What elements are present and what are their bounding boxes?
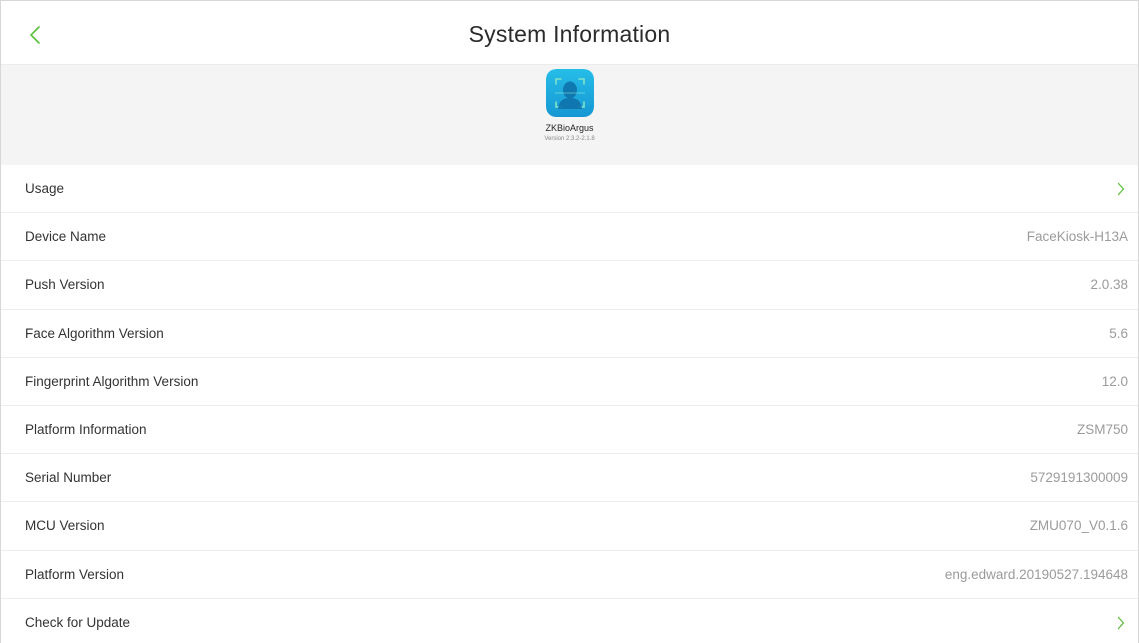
- row-value: FaceKiosk-H13A: [1026, 229, 1128, 245]
- row-label: Usage: [25, 181, 65, 197]
- face-algorithm-version-row: Face Algorithm Version 5.6: [1, 310, 1138, 358]
- title-bar: System Information: [1, 1, 1138, 65]
- row-value: eng.edward.20190527.194648: [944, 566, 1128, 582]
- app-version: Version 2.3.2-2.1.8: [544, 136, 595, 142]
- row-label: Fingerprint Algorithm Version: [25, 373, 199, 389]
- row-value: 12.0: [1101, 373, 1128, 389]
- row-label: Face Algorithm Version: [25, 325, 164, 341]
- row-label: Device Name: [25, 229, 107, 245]
- row-label: Serial Number: [25, 470, 112, 486]
- row-label: Platform Version: [25, 566, 125, 582]
- row-value: 5729191300009: [1030, 470, 1128, 486]
- app-info-header: ZKBioArgus Version 2.3.2-2.1.8: [1, 65, 1138, 165]
- row-value: 2.0.38: [1090, 277, 1128, 293]
- row-value: ZMU070_V0.1.6: [1029, 518, 1128, 534]
- app-name: ZKBioArgus: [545, 123, 594, 133]
- chevron-right-icon[interactable]: [1114, 615, 1128, 631]
- platform-version-row: Platform Version eng.edward.20190527.194…: [1, 551, 1138, 599]
- chevron-right-icon[interactable]: [1114, 181, 1128, 197]
- row-label: Platform Information: [25, 422, 147, 438]
- check-for-update-row[interactable]: Check for Update: [1, 599, 1138, 643]
- row-label: MCU Version: [25, 518, 105, 534]
- row-value: ZSM750: [1076, 422, 1128, 438]
- push-version-row: Push Version 2.0.38: [1, 261, 1138, 310]
- mcu-version-row: MCU Version ZMU070_V0.1.6: [1, 502, 1138, 551]
- system-information-screen: System Information ZKBioArgus Version 2.…: [0, 0, 1139, 643]
- info-list: Usage Device Name FaceKiosk-H13A Push Ve…: [1, 165, 1138, 643]
- fingerprint-algorithm-version-row: Fingerprint Algorithm Version 12.0: [1, 358, 1138, 406]
- row-value: 5.6: [1109, 325, 1128, 341]
- row-label: Push Version: [25, 277, 105, 293]
- serial-number-row: Serial Number 5729191300009: [1, 454, 1138, 503]
- platform-information-row: Platform Information ZSM750: [1, 406, 1138, 455]
- device-name-row: Device Name FaceKiosk-H13A: [1, 213, 1138, 262]
- row-label: Check for Update: [25, 615, 131, 631]
- face-scan-icon: [545, 69, 594, 117]
- usage-row[interactable]: Usage: [1, 165, 1138, 214]
- page-title: System Information: [468, 21, 671, 47]
